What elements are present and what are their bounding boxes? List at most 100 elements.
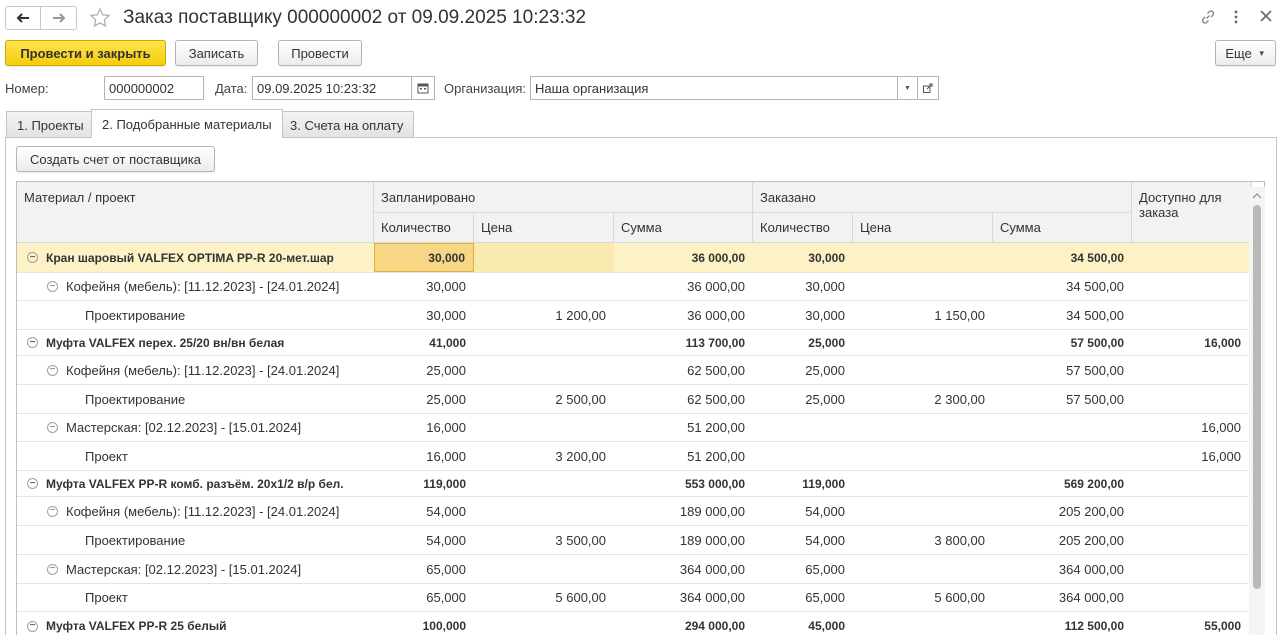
save-button[interactable]: Записать: [175, 40, 258, 66]
column-header-ordered-qty[interactable]: Количество: [753, 213, 853, 243]
table-row[interactable]: − Муфта VALFEX перех. 25/20 вн/вн белая 41…: [17, 330, 1249, 356]
page-title: Заказ поставщику 000000002 от 09.09.2025…: [123, 7, 587, 28]
cell-p-qty: 54,000: [426, 532, 466, 548]
post-and-close-button[interactable]: Провести и закрыть: [5, 40, 166, 66]
org-dropdown-button[interactable]: ▼: [897, 76, 918, 100]
cell-p-sum: 113 700,00: [685, 335, 745, 350]
material-cell: Проектирование: [85, 385, 185, 413]
table-row[interactable]: − Кофейня (мебель): [11.12.2023] - [24.01…: [17, 273, 1249, 301]
org-field[interactable]: Наша организация: [530, 76, 898, 100]
create-invoice-button[interactable]: Создать счет от поставщика: [16, 146, 215, 172]
cell-o-qty: 30,000: [808, 250, 845, 265]
scroll-up-icon[interactable]: [1252, 188, 1262, 203]
table-row[interactable]: − Муфта VALFEX PP-R 25 белый 100,000 294 00…: [17, 612, 1249, 635]
collapse-icon[interactable]: −: [47, 505, 58, 517]
column-header-planned-qty[interactable]: Количество: [374, 213, 474, 243]
table-row[interactable]: − Мастерская: [02.12.2023] - [15.01.2024]…: [17, 414, 1249, 442]
table-row[interactable]: Проектирование 25,000 2 500,00 62 500,00 25,…: [17, 385, 1249, 414]
cell-o-qty: [753, 414, 853, 441]
cell-o-price: [853, 330, 993, 355]
cell-p-qty: 100,000: [422, 619, 466, 633]
cell-p-qty: 25,000: [426, 391, 466, 407]
cell-p-sum: 364 000,00: [679, 590, 745, 605]
cell-o-qty: 25,000: [805, 391, 845, 407]
cell-p-price: [474, 555, 614, 583]
collapse-icon[interactable]: −: [27, 252, 38, 263]
column-header-available[interactable]: Доступно для заказа: [1132, 182, 1252, 243]
cell-p-qty: 41,000: [429, 335, 466, 350]
cell-o-sum: 205 200,00: [1058, 503, 1124, 519]
material-name: Проектирование: [85, 532, 186, 548]
column-header-planned-sum[interactable]: Сумма: [614, 213, 753, 243]
cell-o-price: 3 800,00: [934, 532, 985, 548]
cell-avail: [1132, 301, 1249, 329]
material-name: Кран шаровый VALFEX OPTIMA PP-R 20-мет.ш…: [46, 250, 334, 265]
cell-o-qty: 119,000: [802, 476, 845, 491]
material-name: Проект: [85, 448, 128, 464]
tab-projects[interactable]: 1. Проекты: [6, 111, 95, 138]
number-field[interactable]: 000000002: [104, 76, 204, 100]
table-row[interactable]: − Кофейня (мебель): [11.12.2023] - [24.01…: [17, 356, 1249, 385]
material-cell: Проект: [85, 584, 128, 611]
link-icon[interactable]: [1200, 9, 1216, 28]
calendar-button[interactable]: [411, 76, 435, 100]
cell-p-sum: 36 000,00: [687, 279, 745, 294]
column-header-ordered-sum[interactable]: Сумма: [993, 213, 1132, 243]
collapse-icon[interactable]: −: [27, 620, 38, 632]
table-row[interactable]: Проект 65,000 5 600,00 364 000,00 65,000 5 60…: [17, 584, 1249, 612]
material-name: Мастерская: [02.12.2023] - [15.01.2024]: [66, 420, 302, 435]
cell-avail: 16,000: [1201, 420, 1241, 435]
table-row[interactable]: − Муфта VALFEX PP-R комб. разъём. 20х1/2 …: [17, 471, 1249, 497]
cell-o-sum: 112 500,00: [1064, 619, 1124, 633]
material-name: Проектирование: [85, 307, 186, 323]
table-row[interactable]: Проектирование 54,000 3 500,00 189 000,00 54…: [17, 526, 1249, 555]
forward-button[interactable]: [41, 6, 77, 30]
post-button[interactable]: Провести: [278, 40, 362, 66]
collapse-icon[interactable]: −: [47, 281, 58, 292]
cell-avail: 55,000: [1204, 619, 1241, 633]
table-row[interactable]: − Кран шаровый VALFEX OPTIMA PP-R 20-мет.…: [17, 243, 1249, 273]
column-header-ordered-price[interactable]: Цена: [853, 213, 993, 243]
table-row[interactable]: − Мастерская: [02.12.2023] - [15.01.2024]…: [17, 555, 1249, 584]
collapse-icon[interactable]: −: [27, 337, 38, 348]
cell-p-sum: 36 000,00: [691, 250, 745, 265]
material-cell: − Кофейня (мебель): [11.12.2023] - [24.01…: [47, 273, 339, 300]
materials-table: Материал / проект Запланировано Заказано…: [16, 181, 1265, 635]
more-button[interactable]: Еще ▼: [1215, 40, 1276, 66]
table-row[interactable]: Проектирование 30,000 1 200,00 36 000,00 30,…: [17, 301, 1249, 330]
table-row[interactable]: Проект 16,000 3 200,00 51 200,00 16,000: [17, 442, 1249, 471]
more-button-label: Еще: [1225, 45, 1252, 61]
collapse-icon[interactable]: −: [27, 478, 38, 489]
cell-o-price: [853, 273, 993, 300]
date-field[interactable]: 09.09.2025 10:23:32: [252, 76, 412, 100]
cell-o-qty: 25,000: [808, 335, 845, 350]
cell-o-sum: 34 500,00: [1066, 307, 1124, 323]
cell-p-price: 3 500,00: [555, 532, 606, 548]
tab-invoices[interactable]: 3. Счета на оплату: [279, 111, 415, 138]
collapse-icon[interactable]: −: [47, 422, 58, 433]
column-header-material[interactable]: Материал / проект: [17, 182, 374, 243]
collapse-icon[interactable]: −: [47, 364, 58, 376]
org-open-button[interactable]: [917, 76, 939, 100]
close-icon[interactable]: [1260, 10, 1272, 25]
table-row[interactable]: − Кофейня (мебель): [11.12.2023] - [24.01…: [17, 497, 1249, 526]
cell-p-qty: 25,000: [426, 362, 466, 378]
cell-o-sum: 57 500,00: [1066, 391, 1124, 407]
kebab-icon[interactable]: [1232, 9, 1240, 28]
material-cell: − Кран шаровый VALFEX OPTIMA PP-R 20-мет.…: [27, 243, 334, 272]
chevron-down-icon: ▼: [904, 84, 911, 92]
chevron-down-icon: ▼: [1257, 48, 1266, 58]
date-label: Дата:: [215, 81, 248, 96]
collapse-icon[interactable]: −: [47, 563, 58, 575]
back-button[interactable]: [5, 6, 41, 30]
material-name: Кофейня (мебель): [11.12.2023] - [24.01.…: [66, 503, 340, 519]
cell-o-sum: 57 500,00: [1070, 335, 1124, 350]
material-name: Муфта VALFEX PP-R комб. разъём. 20х1/2 в…: [46, 476, 344, 491]
cell-avail: [1132, 584, 1249, 611]
cell-p-qty[interactable]: 30,000: [374, 243, 474, 272]
cell-p-qty: 119,000: [423, 476, 466, 491]
column-header-planned-price[interactable]: Цена: [474, 213, 614, 243]
scrollbar-thumb[interactable]: [1253, 205, 1261, 589]
tab-materials[interactable]: 2. Подобранные материалы: [91, 109, 283, 138]
star-icon[interactable]: [89, 7, 111, 32]
